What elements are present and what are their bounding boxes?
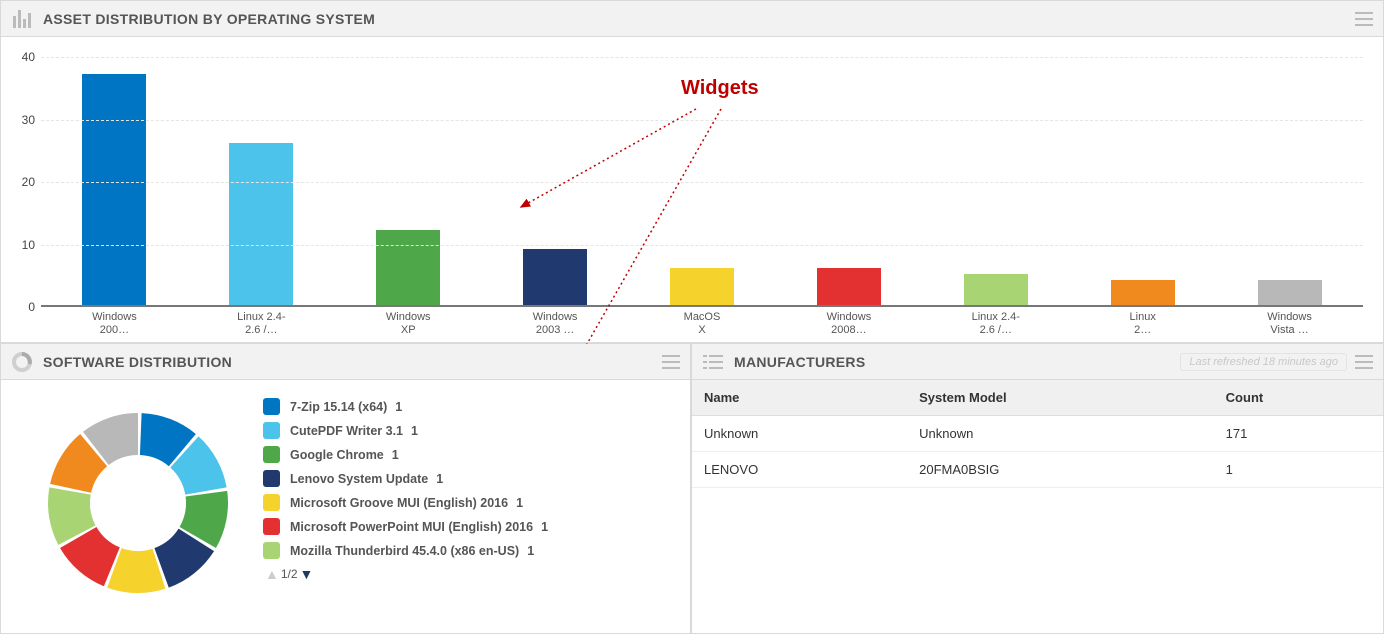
bar[interactable] [817,268,881,306]
legend-swatch [263,542,280,559]
pager-next-icon[interactable]: ▼ [300,566,314,582]
ytick: 20 [13,175,35,189]
legend-count: 1 [516,496,523,510]
ytick: 0 [13,300,35,314]
widget-asset-distribution-os: ASSET DISTRIBUTION BY OPERATING SYSTEM 0… [0,0,1384,343]
bar[interactable] [1111,280,1175,305]
widget-title: MANUFACTURERS [734,354,865,370]
bar[interactable] [229,143,293,306]
legend-item[interactable]: Mozilla Thunderbird 45.4.0 (x86 en-US) 1 [263,542,678,559]
legend-label: CutePDF Writer 3.1 [290,424,403,438]
xlabel: Windows 2008… [775,311,922,336]
legend-label: Microsoft Groove MUI (English) 2016 [290,496,508,510]
ytick: 40 [13,50,35,64]
widget-header: ASSET DISTRIBUTION BY OPERATING SYSTEM [1,1,1383,37]
cell: Unknown [907,416,1214,452]
annotation-widgets-label: Widgets [681,77,759,100]
xlabel: Windows 2003 … [482,311,629,336]
legend-count: 1 [436,472,443,486]
list-icon [702,351,724,373]
widget-manufacturers: MANUFACTURERS Last refreshed 18 minutes … [691,343,1384,634]
legend-item[interactable]: Google Chrome 1 [263,446,678,463]
legend-label: Lenovo System Update [290,472,428,486]
bar[interactable] [964,274,1028,305]
donut-chart-icon [11,351,33,373]
bar-chart-icon [11,8,33,30]
table-row[interactable]: UnknownUnknown171 [692,416,1383,452]
legend-pager: ▲1/2▼ [263,566,678,582]
bar[interactable] [523,249,587,305]
software-legend: 7-Zip 15.14 (x64)1CutePDF Writer 3.11Goo… [263,394,678,623]
col-model[interactable]: System Model [907,380,1214,416]
legend-count: 1 [395,400,402,414]
legend-count: 1 [541,520,548,534]
legend-item[interactable]: Lenovo System Update 1 [263,470,678,487]
legend-count: 1 [527,544,534,558]
legend-swatch [263,422,280,439]
widget-header: MANUFACTURERS Last refreshed 18 minutes … [692,344,1383,380]
xlabel: Windows 200… [41,311,188,336]
col-name[interactable]: Name [692,380,907,416]
cell: 171 [1214,416,1383,452]
legend-swatch [263,494,280,511]
legend-swatch [263,446,280,463]
pager-prev-icon: ▲ [265,566,279,582]
widget-header: SOFTWARE DISTRIBUTION [1,344,690,380]
os-xlabels: Windows 200…Linux 2.4- 2.6 /…Windows XPW… [41,311,1363,336]
xlabel: Linux 2.4- 2.6 /… [922,311,1069,336]
cell: 20FMA0BSIG [907,452,1214,488]
bar[interactable] [376,230,440,305]
xlabel: Linux 2… [1069,311,1216,336]
pager-text: 1/2 [281,567,298,581]
legend-count: 1 [392,448,399,462]
table-header-row: Name System Model Count [692,380,1383,416]
widget-title: SOFTWARE DISTRIBUTION [43,354,232,370]
bar[interactable] [82,74,146,305]
legend-count: 1 [411,424,418,438]
ytick: 10 [13,238,35,252]
cell: LENOVO [692,452,907,488]
legend-item[interactable]: CutePDF Writer 3.1 1 [263,422,678,439]
cell: Unknown [692,416,907,452]
legend-label: Google Chrome [290,448,384,462]
legend-item[interactable]: Microsoft Groove MUI (English) 2016 1 [263,494,678,511]
legend-label: Mozilla Thunderbird 45.4.0 (x86 en-US) [290,544,519,558]
table-row[interactable]: LENOVO20FMA0BSIG1 [692,452,1383,488]
xlabel: Linux 2.4- 2.6 /… [188,311,335,336]
donut-wrap [13,394,263,623]
cell: 1 [1214,452,1383,488]
xlabel: Windows XP [335,311,482,336]
legend-item[interactable]: Microsoft PowerPoint MUI (English) 2016 1 [263,518,678,535]
col-count[interactable]: Count [1214,380,1383,416]
legend-swatch [263,398,280,415]
ytick: 30 [13,113,35,127]
widget-menu-icon[interactable] [1355,355,1373,369]
legend-swatch [263,470,280,487]
widget-menu-icon[interactable] [1355,12,1373,26]
legend-item[interactable]: 7-Zip 15.14 (x64) 1 [263,398,678,415]
widget-software-distribution: SOFTWARE DISTRIBUTION 7-Zip 15.14 (x64) 1… [0,343,691,634]
widget-title: ASSET DISTRIBUTION BY OPERATING SYSTEM [43,11,375,27]
legend-label: 7-Zip 15.14 (x64) [290,400,387,414]
software-donut[interactable] [33,398,243,608]
manufacturers-table: Name System Model Count UnknownUnknown17… [692,380,1383,488]
widget-menu-icon[interactable] [662,355,680,369]
software-body: 7-Zip 15.14 (x64)1CutePDF Writer 3.11Goo… [1,380,690,633]
xlabel: Windows Vista … [1216,311,1363,336]
bar[interactable] [1258,280,1322,305]
bar[interactable] [670,268,734,306]
os-chart-body: 010203040 Windows 200…Linux 2.4- 2.6 /…W… [1,37,1383,342]
xlabel: MacOS X [629,311,776,336]
last-refreshed-badge: Last refreshed 18 minutes ago [1180,353,1347,371]
legend-label: Microsoft PowerPoint MUI (English) 2016 [290,520,533,534]
legend-swatch [263,518,280,535]
